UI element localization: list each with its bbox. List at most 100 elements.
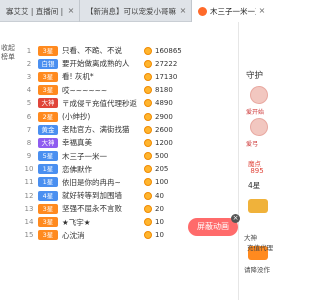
rank-number: 6 bbox=[26, 112, 32, 121]
level-badge: 大神 bbox=[38, 98, 58, 109]
score-value: 205 bbox=[155, 165, 169, 174]
user-name[interactable]: 木三子一米一 bbox=[62, 151, 138, 162]
user-name[interactable]: ★飞宇★ bbox=[62, 217, 138, 228]
score: 100 bbox=[144, 178, 169, 187]
user-name[interactable]: 要开始做离成熟的人 bbox=[62, 58, 138, 69]
score-value: 27222 bbox=[155, 59, 178, 68]
rank-number: 12 bbox=[24, 191, 34, 200]
side-line: 大神 bbox=[244, 234, 257, 242]
score-value: 17130 bbox=[155, 72, 178, 81]
tab-close-icon[interactable]: × bbox=[258, 7, 266, 15]
level-badge: 2星 bbox=[38, 111, 58, 122]
rank-number: 9 bbox=[26, 152, 32, 161]
coin-icon bbox=[144, 125, 152, 134]
ranking-row[interactable]: 11 1星 依旧是你的冉冉~ 100 bbox=[20, 176, 238, 189]
close-icon[interactable]: × bbox=[231, 214, 240, 223]
coin-icon bbox=[144, 46, 152, 55]
browser-tab[interactable]: 寡艾艾 | 直播间 | 酷狗繁 × bbox=[0, 0, 80, 22]
rank-number: 5 bbox=[26, 99, 32, 108]
score: 17130 bbox=[144, 72, 178, 81]
rank-number: 13 bbox=[24, 204, 34, 213]
user-name[interactable]: 老陆官方、满街找猫 bbox=[62, 124, 138, 135]
coin-icon bbox=[144, 72, 152, 81]
score-value: 10 bbox=[155, 218, 164, 227]
browser-tab[interactable]: 【新消息】可以宠爱小哥嘛 | 直播间 × bbox=[80, 0, 192, 22]
block-animation-button[interactable]: 屏蔽动画 bbox=[188, 218, 238, 236]
tab-label: 【新消息】可以宠爱小哥嘛 | 直播间 bbox=[86, 6, 177, 16]
level-badge: 3星 bbox=[38, 45, 58, 56]
ranking-row[interactable]: 9 5星 木三子一米一 500 bbox=[20, 150, 238, 163]
ranking-row[interactable]: 6 2星 (小绅抄) 2900 bbox=[20, 110, 238, 123]
tab-close-icon[interactable]: × bbox=[179, 7, 187, 15]
user-name[interactable]: 依旧是你的冉冉~ bbox=[62, 177, 138, 188]
score-value: 100 bbox=[155, 178, 169, 187]
user-name[interactable]: 心沈消 bbox=[62, 230, 138, 241]
score: 27222 bbox=[144, 59, 178, 68]
ranking-row[interactable]: 3 3星 看! 灰机* 17130 bbox=[20, 70, 238, 83]
ranking-row[interactable]: 13 3星 坚强不屈永不言败 20 bbox=[20, 202, 238, 215]
ranking-row[interactable]: 2 白银 要开始做离成熟的人 27222 bbox=[20, 57, 238, 70]
browser-tab-active[interactable]: 木三子一米一直播间 - 酷 × bbox=[192, 0, 270, 22]
score: 20 bbox=[144, 204, 164, 213]
fans-level: 4星 bbox=[248, 181, 261, 190]
level-badge: 黄金 bbox=[38, 124, 58, 135]
user-name[interactable]: (小绅抄) bbox=[62, 111, 138, 122]
coin-icon bbox=[144, 112, 152, 121]
score: 40 bbox=[144, 191, 164, 200]
user-name[interactable]: 〒成侵〒充值代理秒返 bbox=[62, 98, 138, 109]
ranking-row[interactable]: 1 3星 只看、不跪、不说 160865 bbox=[20, 44, 238, 57]
coin-icon bbox=[144, 86, 152, 95]
score: 2900 bbox=[144, 112, 173, 121]
user-name[interactable]: 幸福真美 bbox=[62, 137, 138, 148]
rank-number: 2 bbox=[26, 59, 32, 68]
score: 500 bbox=[144, 152, 168, 161]
ranking-row[interactable]: 7 黄金 老陆官方、满街找猫 2600 bbox=[20, 123, 238, 136]
coin-icon bbox=[144, 99, 152, 108]
score: 4890 bbox=[144, 99, 173, 108]
user-name[interactable]: 坚强不屈永不言败 bbox=[62, 203, 138, 214]
user-name[interactable]: 就好转等到加围墙 bbox=[62, 190, 138, 201]
coin-icon bbox=[144, 59, 152, 68]
tab-close-icon[interactable]: × bbox=[67, 7, 75, 15]
collapse-ranking-toggle[interactable]: 收起榜单 bbox=[0, 44, 18, 62]
level-badge: 3星 bbox=[38, 71, 58, 82]
score: 2600 bbox=[144, 125, 173, 134]
guard-avatar[interactable] bbox=[250, 118, 268, 136]
level-badge: 3星 bbox=[38, 217, 58, 228]
hot-value: 895 bbox=[250, 167, 264, 175]
score-value: 8180 bbox=[155, 86, 173, 95]
level-badge: 1星 bbox=[38, 177, 58, 188]
ranking-row[interactable]: 8 大神 幸福真美 1200 bbox=[20, 136, 238, 149]
user-name[interactable]: 哎~~~~~~ bbox=[62, 85, 138, 96]
level-badge: 3星 bbox=[38, 230, 58, 241]
score-value: 2900 bbox=[155, 112, 173, 121]
guard-panel-title: 守护 bbox=[246, 71, 264, 81]
coin-icon bbox=[144, 138, 152, 147]
coin-icon bbox=[144, 204, 152, 213]
score: 10 bbox=[144, 231, 164, 240]
user-name[interactable]: 看! 灰机* bbox=[62, 71, 138, 82]
side-line: 充值代理 bbox=[247, 244, 273, 252]
level-badge: 白银 bbox=[38, 58, 58, 69]
ranking-list: 1 3星 只看、不跪、不说 160865 2 白银 要开始做离成熟的人 27222 3 3星 看! … bbox=[20, 44, 238, 242]
ranking-row[interactable]: 12 4星 就好转等到加围墙 40 bbox=[20, 189, 238, 202]
rank-number: 3 bbox=[26, 72, 32, 81]
user-name[interactable]: 只看、不跪、不说 bbox=[62, 45, 138, 56]
level-badge: 3星 bbox=[38, 85, 58, 96]
score-value: 40 bbox=[155, 191, 164, 200]
score: 8180 bbox=[144, 86, 173, 95]
level-badge: 3星 bbox=[38, 203, 58, 214]
ranking-row[interactable]: 4 3星 哎~~~~~~ 8180 bbox=[20, 84, 238, 97]
level-badge: 4星 bbox=[38, 190, 58, 201]
ranking-row[interactable]: 10 1星 恋佛默作 205 bbox=[20, 163, 238, 176]
coin-icon bbox=[144, 231, 152, 240]
ranking-row[interactable]: 5 大神 〒成侵〒充值代理秒返 4890 bbox=[20, 97, 238, 110]
user-name[interactable]: 恋佛默作 bbox=[62, 164, 138, 175]
guard-avatar[interactable] bbox=[250, 86, 268, 104]
rank-number: 4 bbox=[26, 86, 32, 95]
side-line: 请降没作 bbox=[244, 266, 270, 274]
tab-label: 木三子一米一直播间 - 酷 bbox=[210, 6, 256, 16]
rank-number: 1 bbox=[26, 46, 32, 55]
rank-number: 8 bbox=[26, 138, 32, 147]
score: 1200 bbox=[144, 138, 173, 147]
